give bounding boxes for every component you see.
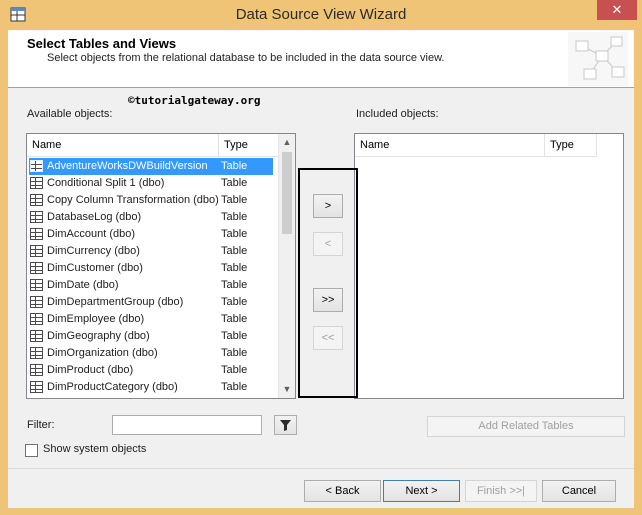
row-name: DimEmployee (dbo) [47,313,145,325]
row-type: Table [221,160,248,172]
table-icon [30,364,43,376]
row-type: Table [221,296,248,308]
table-icon [30,381,43,393]
table-icon [30,313,43,325]
table-row[interactable]: DatabaseLog (dbo) Table [29,209,273,226]
title-bar: Data Source View Wizard ✕ [0,0,642,30]
table-row[interactable]: DimProductCategory (dbo) Table [29,379,273,396]
row-name: DimCustomer (dbo) [47,262,143,274]
row-type: Table [221,347,248,359]
row-name: DimCurrency (dbo) [47,245,140,257]
footer-divider [8,468,634,469]
row-name: DatabaseLog (dbo) [47,211,142,223]
row-type: Table [221,245,248,257]
table-row[interactable]: DimProduct (dbo) Table [29,362,273,379]
table-icon [30,228,43,240]
row-name: DimOrganization (dbo) [47,347,158,359]
add-selected-button[interactable]: > [313,194,343,218]
table-row[interactable]: DimEmployee (dbo) Table [29,311,273,328]
table-row[interactable]: DimCustomer (dbo) Table [29,260,273,277]
remove-all-button[interactable]: << [313,326,343,350]
row-type: Table [221,396,247,398]
row-type: Table [221,228,248,240]
finish-button[interactable]: Finish >>| [465,480,537,502]
table-icon [30,279,43,291]
table-row[interactable]: DimGeography (dbo) Table [29,328,273,345]
wizard-body: Select Tables and Views Select objects f… [8,30,634,508]
table-icon [30,177,43,189]
included-objects-list[interactable]: Name Type [354,133,624,399]
table-row[interactable]: DimDepartmentGroup (dbo) Table [29,294,273,311]
row-name: DimProductSubcategory (dbo) [47,396,195,398]
row-type: Table [221,313,248,325]
row-type: Table [221,262,248,274]
wizard-header: Select Tables and Views Select objects f… [8,30,634,88]
window-frame: Data Source View Wizard ✕ Select Tables … [0,0,642,515]
table-row[interactable]: Copy Column Transformation (dbo) Table [29,192,273,209]
scroll-down-icon[interactable]: ▼ [279,381,295,398]
row-type: Table [221,211,248,223]
table-row[interactable]: DimCurrency (dbo) Table [29,243,273,260]
filter-label: Filter: [27,419,55,431]
row-name: DimDepartmentGroup (dbo) [47,296,184,308]
window-title: Data Source View Wizard [235,6,407,23]
row-type: Table [221,381,248,393]
column-header-type[interactable]: Type [219,134,279,157]
filter-input[interactable] [112,415,262,435]
move-buttons-group: > < >> << [298,168,358,398]
table-icon [30,160,43,172]
row-name: DimProduct (dbo) [47,364,134,376]
remove-selected-button[interactable]: < [313,232,343,256]
row-name: DimProductCategory (dbo) [47,381,178,393]
table-row[interactable]: DimProductSubcategory (dbo) Table [29,396,273,399]
apply-filter-button[interactable] [274,415,297,435]
cancel-button[interactable]: Cancel [542,480,616,502]
add-related-tables-button[interactable]: Add Related Tables [427,416,625,437]
row-name: AdventureWorksDWBuildVersion [47,160,208,172]
scroll-up-icon[interactable]: ▲ [279,134,295,151]
row-type: Table [221,330,248,342]
funnel-icon [275,420,296,437]
row-type: Table [221,279,248,291]
show-system-objects-checkbox[interactable] [25,444,38,457]
close-icon[interactable]: ✕ [597,0,637,20]
table-row[interactable]: AdventureWorksDWBuildVersion Table [29,158,273,175]
table-icon [30,245,43,257]
row-name: Conditional Split 1 (dbo) [47,177,165,189]
row-type: Table [221,364,248,376]
table-icon [30,211,43,223]
column-header-name[interactable]: Name [27,134,219,157]
row-name: Copy Column Transformation (dbo) [47,194,219,206]
table-icon [30,194,43,206]
table-row[interactable]: DimOrganization (dbo) Table [29,345,273,362]
available-objects-label: Available objects: [27,108,113,120]
table-icon [30,347,43,359]
table-row[interactable]: DimAccount (dbo) Table [29,226,273,243]
back-button[interactable]: < Back [304,480,381,502]
table-icon [30,398,43,399]
page-subtitle: Select objects from the relational datab… [47,52,445,64]
network-graphic-icon [568,32,628,86]
row-type: Table [221,177,248,189]
show-system-objects-label[interactable]: Show system objects [43,443,146,455]
scroll-thumb[interactable] [282,152,292,234]
table-icon [30,262,43,274]
table-row[interactable]: Conditional Split 1 (dbo) Table [29,175,273,192]
included-objects-label: Included objects: [356,108,439,120]
table-icon [30,330,43,342]
included-column-header-name[interactable]: Name [355,134,545,157]
page-title: Select Tables and Views [27,36,177,51]
next-button[interactable]: Next > [383,480,460,502]
included-column-header-type[interactable]: Type [545,134,597,157]
row-name: DimAccount (dbo) [47,228,136,240]
row-name: DimGeography (dbo) [47,330,150,342]
vertical-scrollbar[interactable]: ▲ ▼ [278,134,295,398]
watermark-text: ©tutorialgateway.org [128,94,261,107]
row-name: DimDate (dbo) [47,279,119,291]
table-icon [30,296,43,308]
available-objects-list[interactable]: Name Type AdventureWorksDWBuildVersion Ta… [26,133,296,399]
add-all-button[interactable]: >> [313,288,343,312]
table-row[interactable]: DimDate (dbo) Table [29,277,273,294]
row-type: Table [221,194,248,206]
